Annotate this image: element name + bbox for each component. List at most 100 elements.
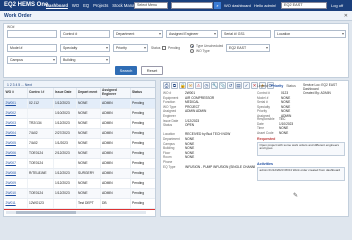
cell-assigned-engineer: ADMIN (100, 138, 131, 149)
table-row[interactable]: 2W008 R/TEL81NE 1/12/2023 SURGERY ADMIN Pendi… (4, 168, 155, 179)
table-row[interactable]: 2W011 12WO123 Test DEPT DB Pending (4, 198, 155, 209)
cell-status: Pending (130, 118, 155, 129)
department-select[interactable]: Department (113, 30, 163, 38)
chart-icon[interactable]: ▤ (235, 82, 242, 89)
type-radio[interactable] (190, 44, 194, 48)
wo-number-input[interactable] (7, 30, 57, 38)
table-row[interactable]: 2W010 TOE0124 1/12/2023 NONE ADMIN Pending (4, 188, 155, 199)
cell-issue-date (53, 158, 77, 169)
table-row[interactable]: 2W005 7/A02 1/1/2023 NONE ADMIN Pending (4, 138, 155, 149)
table-row[interactable]: 2W006 TOE0124 2/12/2023 NONE ADMIN Pending (4, 148, 155, 159)
cell-wo[interactable]: 2W004 (4, 128, 28, 139)
search-icon[interactable]: ⌕ (214, 2, 221, 9)
wrench-icon[interactable]: 🔧 (211, 82, 218, 89)
tab-legend[interactable]: Legend (257, 84, 268, 88)
global-search-input[interactable] (171, 2, 213, 9)
pagination[interactable]: 1 2 3 4 5 ... Next (7, 83, 32, 87)
site-filter-select[interactable]: EQ2 EAST (226, 44, 270, 52)
model-input[interactable]: Model # (7, 44, 57, 52)
col-status[interactable]: Status (130, 88, 155, 99)
reset-button[interactable]: Reset (141, 66, 163, 75)
table-row[interactable]: 2W003 TR2/134 1/12/2023 NONE ADMIN Pending (4, 118, 155, 129)
scrollbar-thumb[interactable] (16, 211, 76, 214)
detail-tabs: Legend Priority Status (257, 84, 296, 88)
table-row[interactable]: 2W009 1/12/2023 NONE ADMIN Pending (4, 178, 155, 189)
print-icon[interactable]: ⎙ (163, 82, 170, 89)
cell-issue-date: 1/12/2023 (53, 188, 77, 199)
table-header-row: WO # Contro l # Issue Date Depart ment A… (4, 88, 155, 99)
copy-icon[interactable]: ⧉ (171, 82, 178, 89)
history-icon[interactable]: ↺ (227, 82, 234, 89)
wo-dashboard-link[interactable]: WO dashboard (224, 3, 251, 8)
mail-icon[interactable]: ✉ (187, 82, 194, 89)
campus-select[interactable]: Campus (7, 56, 57, 64)
tab-status[interactable]: Status (286, 84, 296, 88)
field-value: NONE (279, 130, 289, 135)
table-row[interactable]: 2W004 7/A02 2/27/2023 NONE ADMIN Pending (4, 128, 155, 139)
control-number-input[interactable]: Control # (60, 30, 110, 38)
check-icon[interactable]: ✓ (243, 82, 250, 89)
cell-wo[interactable]: 2W010 (4, 188, 28, 199)
cell-status: Pending (130, 108, 155, 119)
select-menu-dropdown[interactable]: Select Menu (134, 2, 168, 9)
serial-input[interactable]: Serial #/ GS1 (221, 30, 271, 38)
detail-mid-fields: Control #0123 Model # NONE Serial # NONE Spec… (257, 91, 305, 119)
site-select[interactable]: EQ2 EAST (281, 2, 327, 9)
nav-projects[interactable]: Projects (93, 3, 108, 8)
top-nav-bar: EQ2 HEMS One Dashboard WO EQ Projects St… (0, 0, 352, 11)
cell-wo[interactable]: 2W003 (4, 118, 28, 129)
col-issue-date[interactable]: Issue Date (53, 88, 77, 99)
cell-assigned-engineer: ADMIN (100, 168, 131, 179)
cell-wo[interactable]: 2W006 (4, 148, 28, 159)
search-button[interactable]: Search (115, 66, 137, 75)
col-assigned-engineer[interactable]: Assigned Engineer (100, 88, 131, 99)
clock-icon[interactable]: ◷ (203, 82, 210, 89)
requested-header: Requested (257, 137, 276, 142)
cell-wo[interactable]: 2W007 (4, 158, 28, 169)
cell-wo[interactable]: 2W011 (4, 198, 28, 209)
cell-wo[interactable]: 2W005 (4, 138, 28, 149)
cell-assigned-engineer: ADMIN (100, 108, 131, 119)
col-wo[interactable]: WO # (4, 88, 28, 99)
building-select[interactable]: Building (60, 56, 110, 64)
priority-select[interactable]: Priority (113, 44, 148, 52)
pencil-icon[interactable]: ✎ (293, 192, 298, 199)
lock-icon[interactable]: 🔒 (179, 82, 186, 89)
cell-issue-date: 1/12/2023 (53, 118, 77, 129)
activities-text[interactable]: admin 01/12/2023 08:04 Work order create… (257, 167, 345, 182)
table-row[interactable]: 2W007 TOE0124 NONE ADMIN Pending (4, 158, 155, 169)
attach-icon[interactable]: 📎 (219, 82, 226, 89)
table-row[interactable]: 2W002 1/10/2023 NONE ADMIN Pending (4, 108, 155, 119)
wo-type-radio[interactable] (190, 49, 194, 53)
requested-text[interactable]: Open project with some work orders and d… (257, 142, 345, 157)
table-row[interactable]: 2W001 02 J12 1/12/2023 NONE ADMIN Pending (4, 98, 155, 109)
cell-wo[interactable]: 2W009 (4, 178, 28, 189)
cell-status: Pending (130, 168, 155, 179)
location-select[interactable]: Location (274, 30, 346, 38)
nav-dashboard[interactable]: Dashboard (46, 3, 68, 8)
cell-issue-date: 1/12/2023 (53, 178, 77, 189)
status-checkbox[interactable] (162, 46, 166, 50)
alert-icon[interactable]: ⚠ (195, 82, 202, 89)
field-label: Asset Code (257, 130, 274, 135)
nav-wo[interactable]: WO (72, 3, 79, 8)
nav-eq[interactable]: EQ (83, 3, 89, 8)
assigned-engineer-select[interactable]: Assigned Engineer (166, 30, 218, 38)
field-value: INFUSION - PUMP INFUSION (SINGLE CHANNEL… (185, 164, 255, 169)
tab-priority[interactable]: Priority (271, 84, 283, 88)
specialty-select[interactable]: Specialty (60, 44, 110, 52)
app-brand[interactable]: EQ2 HEMS One (4, 2, 48, 8)
col-control[interactable]: Contro l # (27, 88, 54, 99)
col-department[interactable]: Depart ment (76, 88, 101, 99)
close-icon[interactable]: ✕ (344, 13, 348, 19)
work-order-detail-panel: ⎙ ⧉ 🔒 ✉ ⚠ ◷ 🔧 📎 ↺ ▤ ✓ ✕ ★ ⟳ Legend Priority Status Se… (160, 80, 349, 217)
horizontal-scrollbar[interactable] (6, 211, 146, 214)
detail-fields: WO #2W001 Equipment AIR COMPRESSOR Function… (163, 91, 255, 169)
cell-control: 7/A02 (27, 138, 54, 149)
cell-wo[interactable]: 2W008 (4, 168, 28, 179)
cell-wo[interactable]: 2W001 (4, 98, 28, 109)
cell-wo[interactable]: 2W002 (4, 108, 28, 119)
logoff-link[interactable]: Log off (331, 3, 343, 8)
detail-notes: Responsible TEC Date 1/10/2023 Time NONE Asset… (257, 117, 345, 182)
detail-side-fields: Responsible TEC Date 1/10/2023 Time NONE Asset… (257, 117, 345, 135)
